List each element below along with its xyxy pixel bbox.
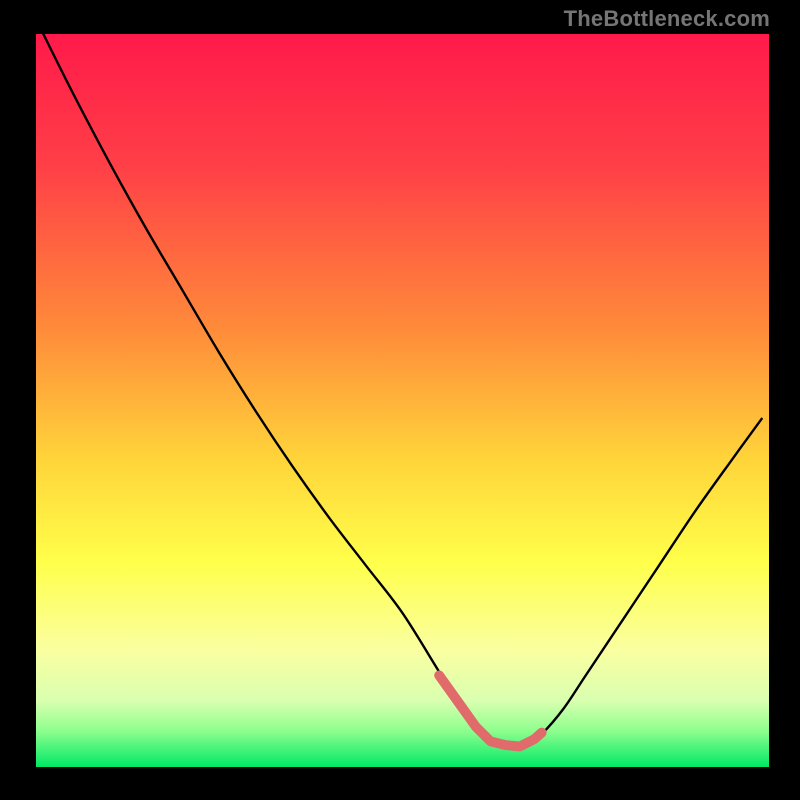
plot-area [36,34,769,767]
chart-container: TheBottleneck.com [0,0,800,800]
attribution-text: TheBottleneck.com [564,6,770,32]
gradient-fill [36,34,769,767]
